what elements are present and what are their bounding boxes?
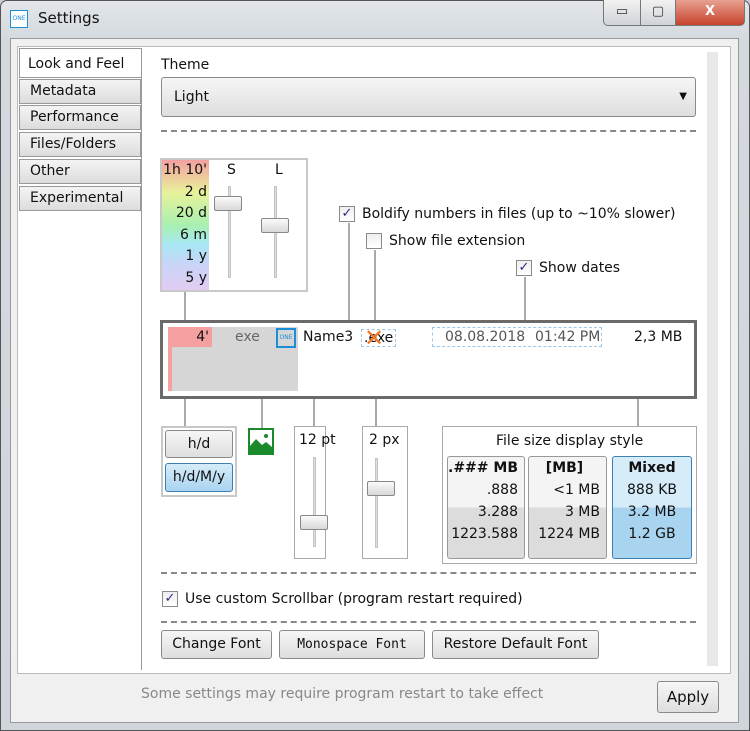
tab-other[interactable]: Other [19,159,141,184]
option-row: 888 KB [627,482,677,498]
preview-date-box: 08.08.2018 01:42 PM [432,327,602,347]
connector [375,398,377,426]
tab-performance[interactable]: Performance [19,105,141,130]
cross-icon: ✕ [364,324,385,352]
tab-divider [141,48,142,670]
option-row: <1 MB [553,482,600,498]
theme-dropdown[interactable]: Light ▼ [161,77,696,117]
connector [374,250,376,328]
option-header: .### MB [448,460,518,476]
custom-scrollbar-checkbox[interactable]: ✓ [162,591,178,607]
show-extension-label: Show file extension [389,233,526,249]
option-row: 3.2 MB [627,504,677,520]
tab-files-folders[interactable]: Files/Folders [19,132,141,157]
file-size-style-title: File size display style [496,433,644,449]
option-row: 1224 MB [538,526,600,542]
preview-extension-hidden: .exe ✕ [361,324,397,352]
restore-default-font-button[interactable]: Restore Default Font [432,630,599,659]
padding-slider[interactable] [367,481,395,496]
preview-age: 4' [168,327,212,347]
font-size-track [313,457,316,547]
saturation-label: S [227,162,236,178]
theme-value: Light [174,89,209,105]
close-button[interactable]: X [675,0,745,26]
show-extension-checkbox[interactable] [366,233,382,249]
file-size-option-decimal[interactable]: .### MB .888 3.288 1223.588 [447,456,525,559]
age-label: 2 d [184,183,207,200]
date-format-hdmy-button[interactable]: h/d/M/y [165,463,233,492]
connector [348,223,350,323]
option-row: .888 [486,482,518,498]
monospace-font-button[interactable]: Monospace Font [279,630,425,659]
boldify-label: Boldify numbers in files (up to ~10% slo… [362,206,676,222]
preview-date: 08.08.2018 [445,329,526,345]
saturation-slider[interactable] [214,196,242,211]
preview-time: 01:42 PM [535,329,601,345]
divider [161,621,696,623]
lightness-slider[interactable] [261,218,289,233]
file-size-option-mixed[interactable]: Mixed 888 KB 3.2 MB 1.2 GB [612,456,692,559]
option-row: 1223.588 [451,526,518,542]
file-icon: ONE [276,328,296,348]
custom-scrollbar-label: Use custom Scrollbar (program restart re… [185,591,523,607]
padding-value: 2 px [369,432,400,448]
age-label: 1h 10' [163,162,207,178]
age-label: 5 y [185,269,207,286]
font-size-value: 12 pt [299,432,336,448]
option-header: [MB] [545,460,584,476]
file-size-option-mb[interactable]: [MB] <1 MB 3 MB 1224 MB [528,456,607,559]
font-size-slider[interactable] [300,515,328,530]
apply-button[interactable]: Apply [657,681,719,713]
option-row: 3 MB [564,504,600,520]
tab-look-and-feel[interactable]: Look and Feel [19,48,141,78]
theme-label: Theme [161,57,210,73]
option-header: Mixed [628,460,676,476]
change-font-button[interactable]: Change Font [161,630,272,659]
option-row: 1.2 GB [628,526,676,542]
window-title: Settings [38,9,100,27]
maximize-button[interactable]: ▢ [640,0,676,26]
option-row: 3.288 [477,504,518,520]
app-icon: ONE [10,10,28,28]
preview-name: Name3 [303,329,354,345]
boldify-checkbox[interactable]: ✓ [339,206,355,222]
age-label: 20 d [175,205,207,221]
age-label: 1 y [185,248,207,264]
date-format-hd-button[interactable]: h/d [165,430,233,458]
preview-size: 2,3 MB [634,329,683,345]
restart-note: Some settings may require program restar… [141,686,544,702]
image-icon[interactable] [248,428,274,455]
preview-ext: exe [235,329,260,345]
scrollbar[interactable] [707,52,718,666]
padding-track [375,458,378,548]
minimize-button[interactable]: ▭ [603,0,641,26]
divider [161,572,696,574]
age-gradient: 1h 10' 2 d 20 d 6 m 1 y 5 y [162,160,209,290]
lightness-label: L [275,162,283,178]
show-dates-checkbox[interactable]: ✓ [516,260,532,276]
tab-experimental[interactable]: Experimental [19,186,141,211]
divider [161,130,696,132]
age-label: 6 m [180,226,207,243]
tab-metadata[interactable]: Metadata [19,79,141,104]
chevron-down-icon: ▼ [679,91,687,102]
show-dates-label: Show dates [539,260,621,276]
